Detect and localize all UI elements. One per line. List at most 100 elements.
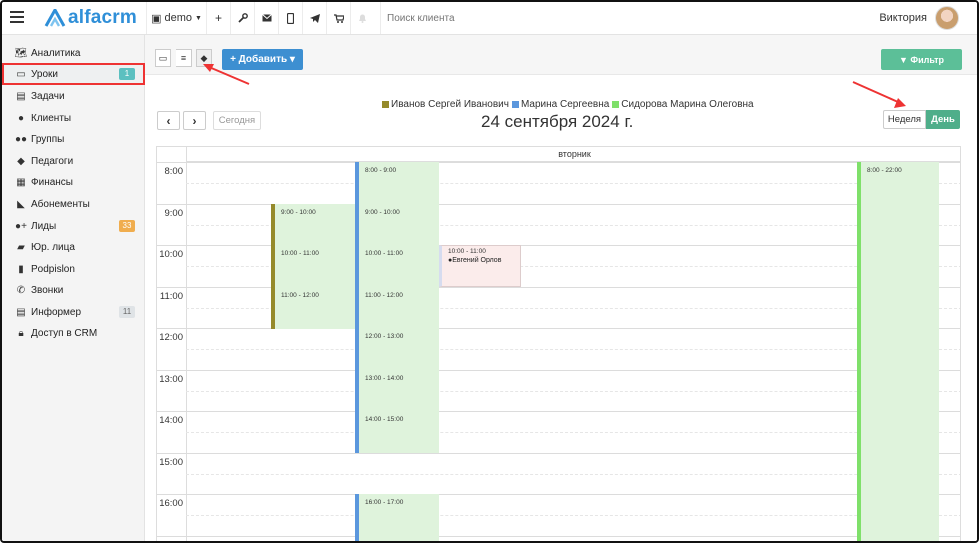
sidebar-item-label: Абонементы — [31, 198, 90, 210]
event-time: 9:00 - 10:00 — [365, 209, 400, 216]
chevron-right-icon: › — [192, 113, 197, 128]
half-hour-line — [186, 432, 960, 433]
sidebar-item-leads[interactable]: ●+ Лиды 33 — [2, 215, 145, 237]
lesson-event[interactable]: 13:00 - 14:00 — [359, 370, 439, 411]
brand-name: alfacrm — [68, 7, 137, 28]
bell-icon[interactable] — [350, 2, 374, 34]
sidebar-item-label: Клиенты — [31, 112, 72, 124]
client-search[interactable] — [380, 2, 850, 34]
sidebar-item-groups[interactable]: ●● Группы — [2, 128, 145, 150]
hour-line — [157, 162, 960, 163]
lesson-event[interactable]: 9:00 - 10:00 — [359, 204, 439, 245]
brand-logo[interactable]: alfacrm — [44, 7, 137, 28]
lesson-event[interactable]: 8:00 - 9:00 — [359, 162, 439, 204]
event-time: 13:00 - 14:00 — [365, 375, 404, 382]
sidebar-item-tasks[interactable]: ▤ Задачи — [2, 85, 145, 107]
lesson-event[interactable]: 16:00 - 17:00 — [359, 494, 439, 541]
filter-button[interactable]: ▼ Фильтр — [881, 49, 962, 70]
sidebar-item-clients[interactable]: ● Клиенты — [2, 107, 145, 129]
event-time: 10:00 - 11:00 — [365, 250, 403, 257]
telegram-icon[interactable] — [302, 2, 326, 34]
event-time: 8:00 - 22:00 — [867, 167, 902, 174]
today-button[interactable]: Сегодня — [213, 111, 261, 130]
phone-mobile-icon[interactable] — [278, 2, 302, 34]
search-input[interactable] — [387, 12, 687, 24]
sidebar-item-lessons[interactable]: ▭ Уроки 1 — [2, 63, 145, 85]
prev-button[interactable]: ‹ — [157, 111, 180, 130]
half-hour-line — [186, 515, 960, 516]
money-icon: ▦ — [16, 176, 26, 188]
legend-label: Сидорова Марина Олеговна — [621, 99, 754, 110]
event-time: 11:00 - 12:00 — [281, 292, 319, 299]
event-client: ●Евгений Орлов — [448, 257, 520, 264]
user-icon: ● — [17, 112, 25, 124]
sidebar-item-informer[interactable]: ▤ Информер 11 — [2, 301, 145, 323]
mail-icon[interactable] — [254, 2, 278, 34]
hour-label: 9:00 — [164, 208, 184, 219]
avatar[interactable] — [935, 6, 959, 30]
user-name: Виктория — [879, 12, 927, 24]
sidebar-item-crm-access[interactable]: 🔒︎ Доступ в CRM — [2, 322, 145, 344]
hour-label: 8:00 — [164, 166, 184, 177]
wrench-icon[interactable] — [230, 2, 254, 34]
cart-icon[interactable] — [326, 2, 350, 34]
day-view-button[interactable]: День — [926, 110, 960, 129]
half-hour-line — [186, 474, 960, 475]
sidebar-item-analytics[interactable]: 🗺︎ Аналитика — [2, 42, 145, 64]
hour-line — [157, 453, 960, 454]
sidebar-item-label: Podpislon — [31, 263, 75, 275]
sidebar-item-finance[interactable]: ▦ Финансы — [2, 171, 145, 193]
sidebar-item-label: Аналитика — [31, 47, 81, 59]
document-icon: ▮ — [18, 263, 24, 275]
half-hour-line — [186, 349, 960, 350]
menu-icon[interactable] — [10, 11, 24, 23]
annotation-arrow-icon — [203, 64, 250, 85]
client-name: Евгений Орлов — [452, 257, 502, 264]
lesson-event[interactable]: 11:00 - 12:00 — [359, 287, 439, 328]
user-menu[interactable]: Виктория — [879, 5, 959, 31]
clipboard-icon: ▤ — [16, 90, 26, 102]
week-view-button[interactable]: Неделя — [883, 110, 926, 129]
hour-label: 10:00 — [159, 249, 183, 260]
sidebar-item-teachers[interactable]: ◆ Педагоги — [2, 150, 145, 172]
phone-icon: ✆ — [16, 284, 26, 296]
sidebar-item-calls[interactable]: ✆ Звонки — [2, 279, 145, 301]
calendar-view-button[interactable]: ▭ — [155, 49, 171, 67]
client-lesson-event[interactable]: 10:00 - 11:00 ●Евгений Орлов — [439, 245, 521, 287]
calendar-toolbar: ▭ ≡ ◆ + Добавить ▾ ▼ Фильтр — [145, 35, 977, 75]
sidebar-item-label: Информер — [31, 306, 82, 318]
lesson-event[interactable]: 12:00 - 13:00 — [359, 328, 439, 370]
sidebar-item-subscriptions[interactable]: ◣ Абонементы — [2, 193, 145, 215]
event-time: 11:00 - 12:00 — [365, 292, 403, 299]
plus-icon[interactable]: + — [206, 2, 230, 34]
hour-line — [157, 411, 960, 412]
event-time: 10:00 - 11:00 — [281, 250, 319, 257]
briefcase-icon: ▰ — [17, 241, 25, 253]
demo-dropdown[interactable]: ▣ demo ▼ — [146, 2, 206, 34]
hour-label: 12:00 — [159, 332, 183, 343]
legend-label: Марина Сергеевна — [520, 99, 610, 110]
lesson-event[interactable]: 10:00 - 11:00 — [275, 245, 355, 287]
calendar-icon: ▭ — [158, 52, 168, 63]
lesson-event[interactable]: 11:00 - 12:00 — [275, 287, 355, 329]
list-view-button[interactable]: ≡ — [176, 49, 192, 67]
next-button[interactable]: › — [183, 111, 206, 130]
sidebar-item-podpislon[interactable]: ▮ Podpislon — [2, 258, 145, 280]
sidebar-item-label: Педагоги — [31, 155, 74, 167]
sidebar-item-label: Звонки — [31, 284, 64, 296]
sidebar-item-legal-entities[interactable]: ▰ Юр. лица — [2, 236, 145, 258]
lesson-event[interactable]: 9:00 - 10:00 — [275, 204, 355, 245]
day-column-header: вторник — [186, 147, 960, 162]
app-window: alfacrm ▣ demo ▼ + Виктория — [0, 0, 979, 543]
user-plus-icon: ●+ — [15, 220, 27, 232]
lesson-event[interactable]: 14:00 - 15:00 — [359, 411, 439, 453]
sidebar-item-label: Лиды — [31, 220, 57, 232]
informer-badge: 11 — [119, 306, 135, 318]
legend-swatch — [382, 101, 389, 108]
lesson-event[interactable]: 8:00 - 22:00 — [861, 162, 939, 541]
lesson-event[interactable]: 10:00 - 11:00 — [359, 245, 439, 287]
list-icon: ≡ — [180, 53, 187, 63]
hour-line — [157, 536, 960, 537]
tag-icon: ◣ — [17, 198, 25, 210]
calendar-legend: Иванов Сергей Иванович Марина Сергеевна … — [382, 99, 757, 110]
